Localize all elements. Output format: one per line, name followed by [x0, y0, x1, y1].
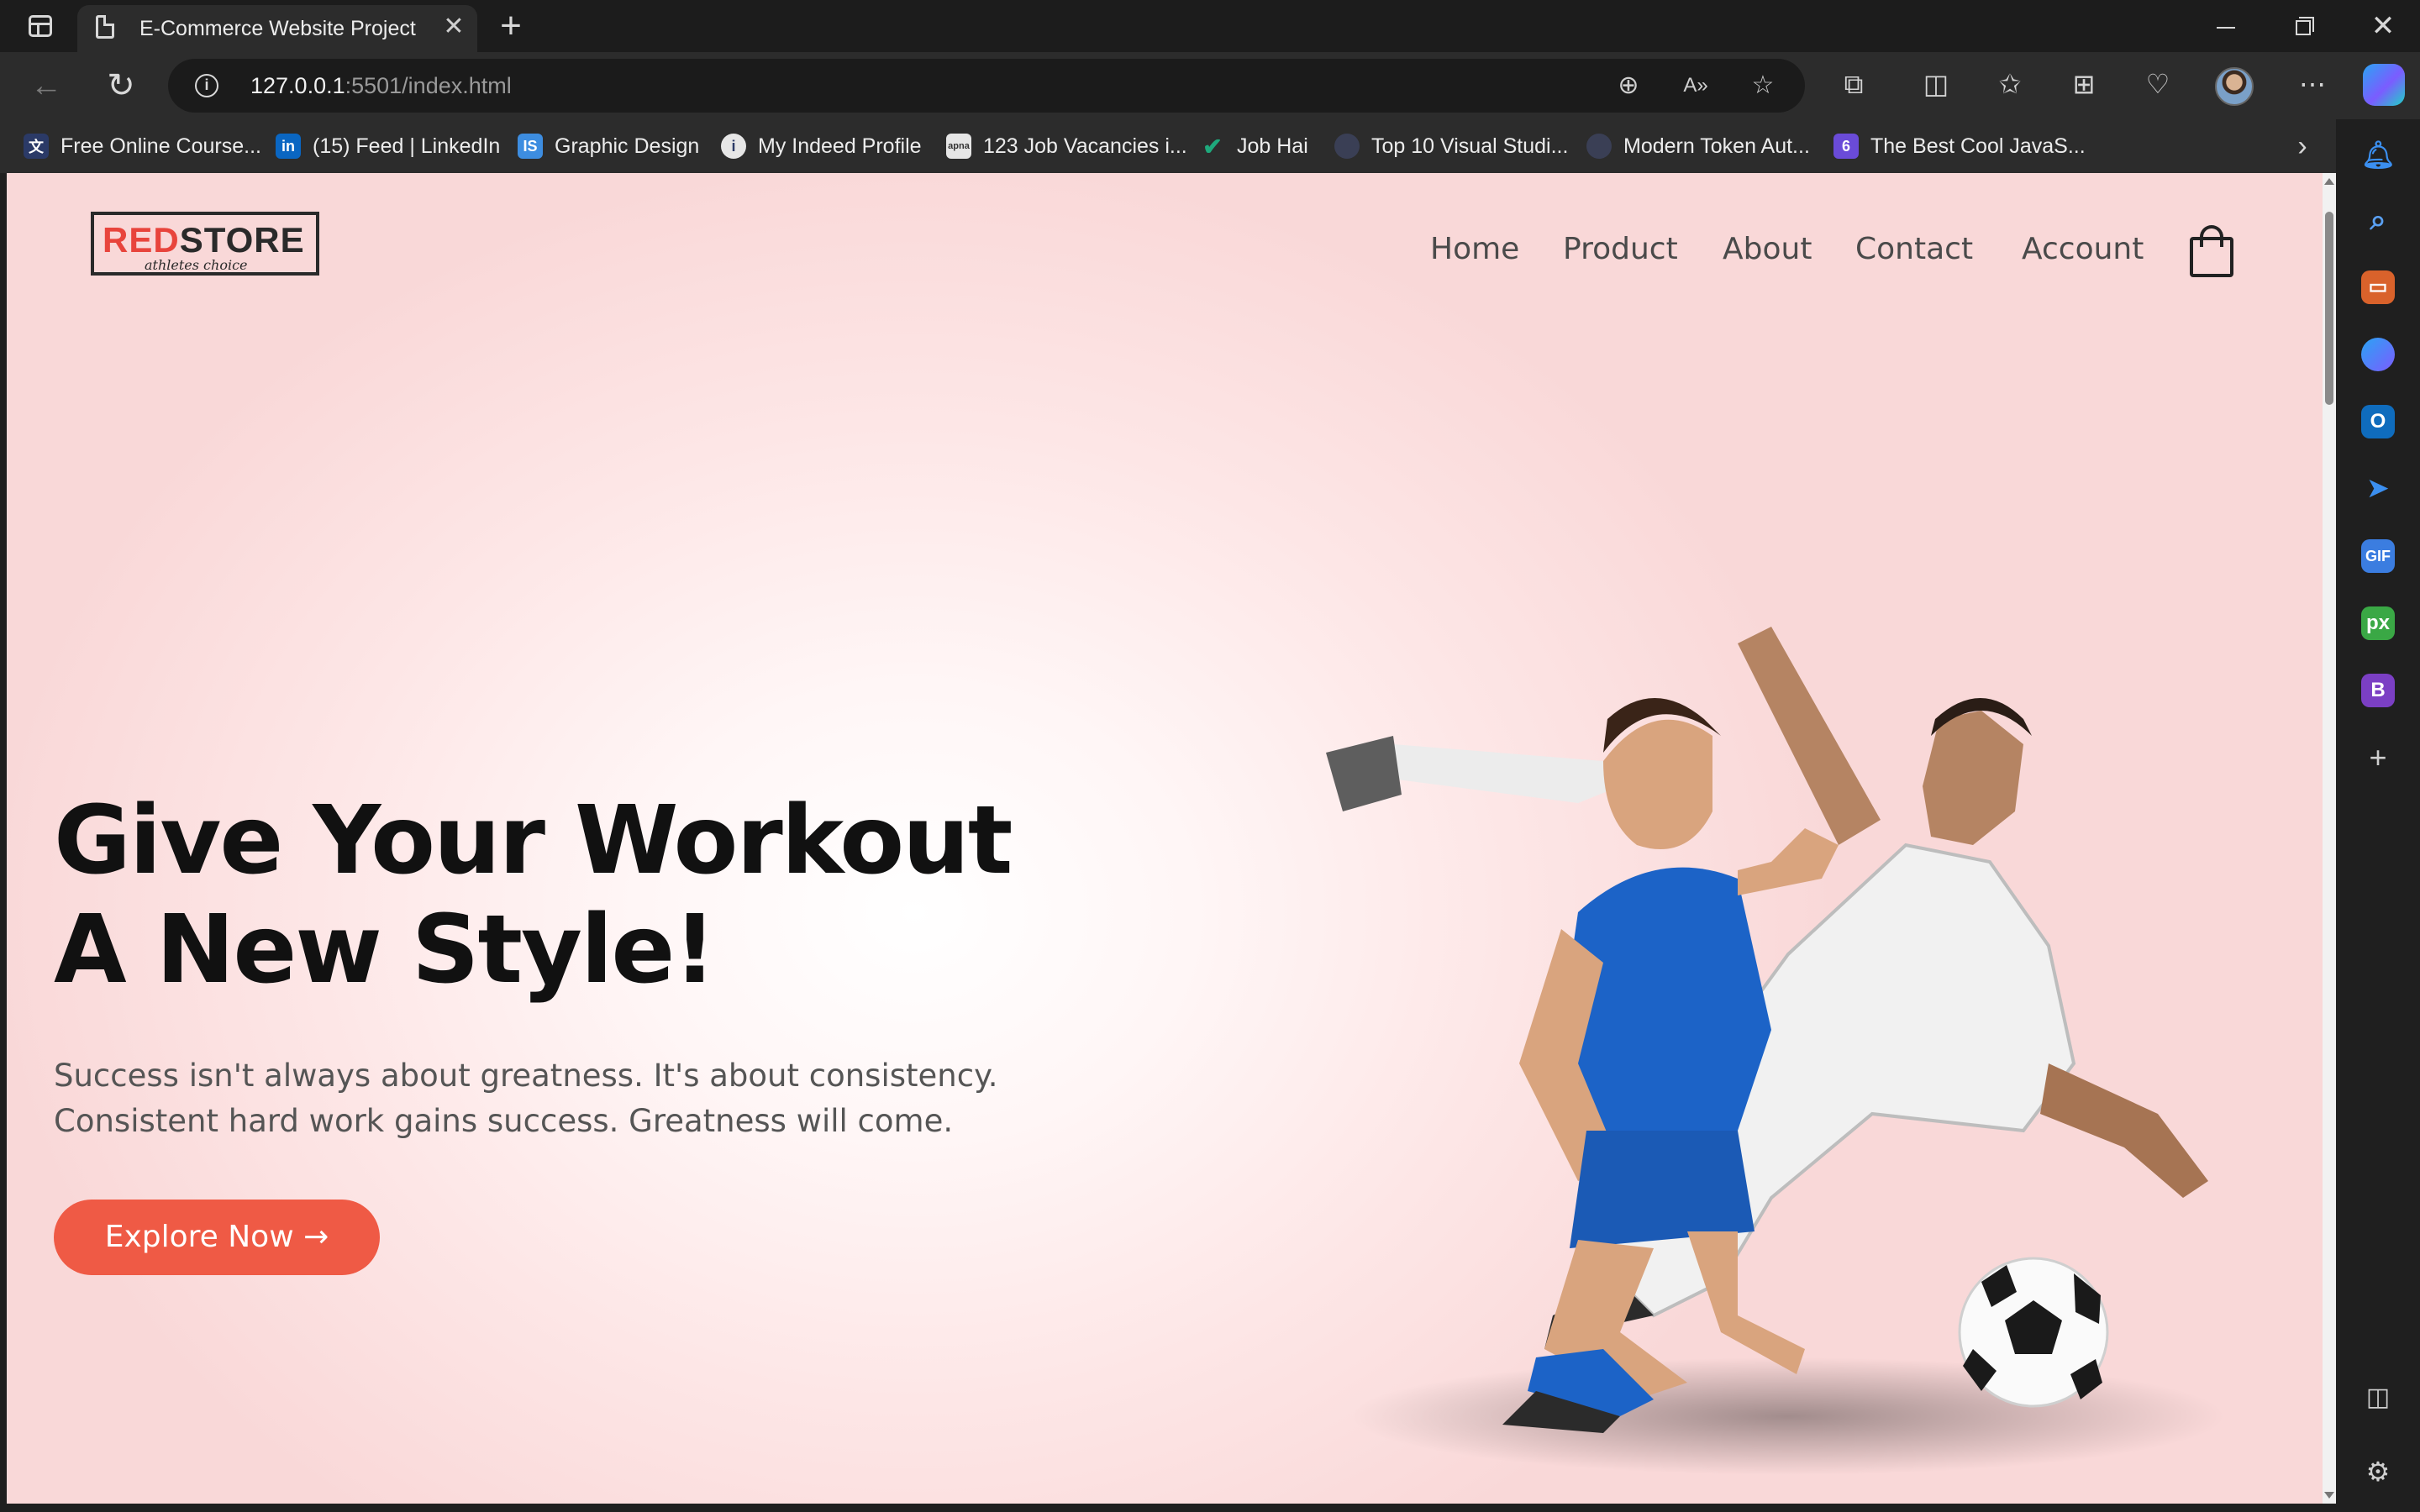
- copilot-side-icon[interactable]: [2361, 338, 2395, 371]
- page-icon: [96, 15, 114, 39]
- scroll-thumb[interactable]: [2325, 212, 2333, 405]
- translate-icon: 文: [24, 134, 49, 159]
- apna-icon: apna: [946, 134, 971, 159]
- nav-account[interactable]: Account: [2022, 232, 2144, 266]
- copilot-icon[interactable]: [2363, 64, 2405, 106]
- tab-close-icon[interactable]: ✕: [440, 13, 467, 40]
- read-aloud-icon[interactable]: A»: [1681, 71, 1711, 101]
- url-text[interactable]: 127.0.0.1:5501/index.html: [250, 73, 512, 99]
- bookmark-visual-studio[interactable]: Top 10 Visual Studi...: [1334, 129, 1568, 163]
- circle-icon: [1334, 134, 1360, 159]
- soccer-ball: [1958, 1257, 2109, 1408]
- tab-actions-icon[interactable]: [22, 12, 59, 42]
- hero-title: Give Your Workout A New Style!: [54, 786, 1013, 1005]
- b-icon[interactable]: B: [2361, 674, 2395, 707]
- page-scrollbar[interactable]: [2323, 173, 2336, 1504]
- back-icon[interactable]: ←: [30, 69, 64, 102]
- bell-icon[interactable]: 🔔︎: [2361, 138, 2396, 171]
- pixlr-icon[interactable]: px: [2361, 606, 2395, 640]
- navigation-bar: ← ↻ i 127.0.0.1:5501/index.html ⊕ A» ☆ ⧉…: [0, 52, 2420, 119]
- bookmark-job-vacancies[interactable]: apna 123 Job Vacancies i...: [946, 129, 1187, 163]
- favorites-icon[interactable]: ✩: [1993, 67, 2027, 101]
- extensions-icon[interactable]: ⧉: [1837, 67, 1870, 101]
- browser-essentials-icon[interactable]: ♡: [2141, 67, 2175, 101]
- nav-product[interactable]: Product: [1563, 232, 1678, 266]
- six-icon: 6: [1833, 134, 1859, 159]
- logo-tagline: athletes choice: [145, 257, 248, 273]
- outlook-icon[interactable]: O: [2361, 405, 2395, 438]
- explore-now-button[interactable]: Explore Now →: [54, 1200, 380, 1275]
- circle-icon: [1586, 134, 1612, 159]
- add-icon[interactable]: +: [2361, 741, 2395, 774]
- restore-button[interactable]: [2287, 10, 2321, 44]
- nav-contact[interactable]: Contact: [1855, 232, 1973, 266]
- bookmark-free-online-course[interactable]: 文 Free Online Course...: [24, 129, 261, 163]
- chevron-right-icon[interactable]: ›: [2287, 131, 2317, 161]
- info-icon: i: [721, 134, 746, 159]
- favorite-star-icon[interactable]: ☆: [1748, 71, 1778, 101]
- tools-icon[interactable]: ▭: [2361, 270, 2395, 304]
- settings-gear-icon[interactable]: ⚙: [2361, 1455, 2395, 1488]
- bookmark-indeed-profile[interactable]: i My Indeed Profile: [721, 129, 922, 163]
- bookmark-cool-javascript[interactable]: 6 The Best Cool JavaS...: [1833, 129, 2086, 163]
- active-tab[interactable]: E-Commerce Website Project ✕: [77, 5, 477, 52]
- is-icon: IS: [518, 134, 543, 159]
- site-info-icon[interactable]: i: [195, 74, 218, 97]
- profile-avatar[interactable]: [2215, 67, 2254, 106]
- bookmark-graphic-design[interactable]: IS Graphic Design: [518, 129, 699, 163]
- address-bar[interactable]: i 127.0.0.1:5501/index.html ⊕ A» ☆: [168, 59, 1805, 113]
- scroll-up-icon[interactable]: [2324, 178, 2334, 185]
- nav-about[interactable]: About: [1723, 232, 1812, 266]
- bookmark-linkedin[interactable]: in (15) Feed | LinkedIn: [276, 129, 500, 163]
- bookmarks-bar: 文 Free Online Course... in (15) Feed | Lin…: [0, 119, 2336, 173]
- tab-bar: E-Commerce Website Project ✕ + ✕: [0, 0, 2420, 52]
- nav-home[interactable]: Home: [1430, 232, 1519, 266]
- close-window-button[interactable]: ✕: [2366, 10, 2400, 44]
- bookmark-job-hai[interactable]: ✔ Job Hai: [1200, 129, 1308, 163]
- gif-icon[interactable]: GIF: [2361, 539, 2395, 573]
- page-viewport: REDSTORE athletes choice Home Product Ab…: [7, 173, 2323, 1504]
- edge-sidebar: 🔔︎ ⌕ ▭ O ➤ GIF px B + ◫ ⚙: [2336, 119, 2420, 1512]
- hero-footballers-image: [1326, 627, 2225, 1475]
- reload-icon[interactable]: ↻: [103, 67, 139, 104]
- hero-description: Success isn't always about greatness. It…: [54, 1058, 998, 1139]
- search-icon[interactable]: ⌕: [2361, 203, 2395, 237]
- send-icon[interactable]: ➤: [2361, 472, 2395, 506]
- redstore-logo[interactable]: REDSTORE athletes choice: [91, 212, 319, 276]
- split-screen-icon[interactable]: ◫: [1919, 67, 1953, 101]
- linkedin-icon: in: [276, 134, 301, 159]
- check-icon: ✔: [1202, 133, 1223, 160]
- zoom-icon[interactable]: ⊕: [1613, 71, 1644, 101]
- sidebar-toggle-icon[interactable]: ◫: [2361, 1381, 2395, 1415]
- shopping-bag-icon[interactable]: [2188, 223, 2235, 277]
- more-options-icon[interactable]: ⋯: [2296, 67, 2329, 101]
- scroll-down-icon[interactable]: [2324, 1492, 2334, 1499]
- bookmark-token-auth[interactable]: Modern Token Aut...: [1586, 129, 1810, 163]
- minimize-button[interactable]: [2210, 10, 2244, 44]
- tab-title: E-Commerce Website Project: [139, 17, 416, 40]
- new-tab-button[interactable]: +: [494, 8, 528, 45]
- collections-icon[interactable]: ⊞: [2067, 67, 2101, 101]
